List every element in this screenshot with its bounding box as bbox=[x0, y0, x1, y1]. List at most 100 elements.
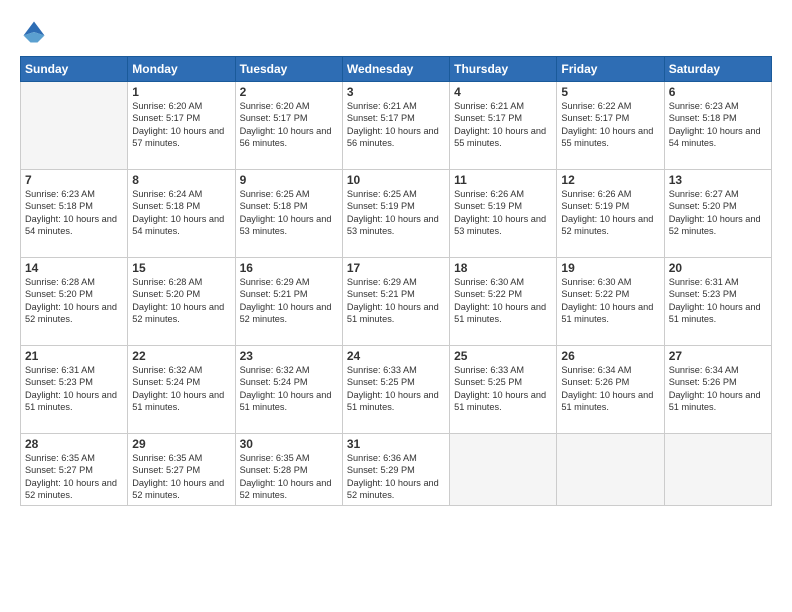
week-row-1: 1 Sunrise: 6:20 AM Sunset: 5:17 PM Daylig… bbox=[21, 82, 772, 170]
day-info: Sunrise: 6:32 AM Sunset: 5:24 PM Dayligh… bbox=[132, 364, 230, 414]
day-info: Sunrise: 6:31 AM Sunset: 5:23 PM Dayligh… bbox=[669, 276, 767, 326]
day-number: 20 bbox=[669, 261, 767, 275]
day-cell: 7Sunrise: 6:23 AM Sunset: 5:18 PM Daylig… bbox=[21, 170, 128, 258]
day-number: 2 bbox=[240, 85, 338, 99]
day-info: Sunrise: 6:33 AM Sunset: 5:25 PM Dayligh… bbox=[347, 364, 445, 414]
day-cell: 11Sunrise: 6:26 AM Sunset: 5:19 PM Dayli… bbox=[450, 170, 557, 258]
day-info: Sunrise: 6:35 AM Sunset: 5:27 PM Dayligh… bbox=[25, 452, 123, 502]
day-cell: 2Sunrise: 6:20 AM Sunset: 5:17 PM Daylig… bbox=[235, 82, 342, 170]
day-number: 25 bbox=[454, 349, 552, 363]
day-cell: 13Sunrise: 6:27 AM Sunset: 5:20 PM Dayli… bbox=[664, 170, 771, 258]
day-info: Sunrise: 6:26 AM Sunset: 5:19 PM Dayligh… bbox=[454, 188, 552, 238]
day-cell: 18Sunrise: 6:30 AM Sunset: 5:22 PM Dayli… bbox=[450, 258, 557, 346]
day-cell bbox=[557, 434, 664, 506]
day-number: 14 bbox=[25, 261, 123, 275]
day-cell: 10Sunrise: 6:25 AM Sunset: 5:19 PM Dayli… bbox=[342, 170, 449, 258]
weekday-header-row: SundayMondayTuesdayWednesdayThursdayFrid… bbox=[21, 57, 772, 82]
header bbox=[20, 18, 772, 46]
day-cell: 25Sunrise: 6:33 AM Sunset: 5:25 PM Dayli… bbox=[450, 346, 557, 434]
day-number: 12 bbox=[561, 173, 659, 187]
day-cell: 30Sunrise: 6:35 AM Sunset: 5:28 PM Dayli… bbox=[235, 434, 342, 506]
day-info: Sunrise: 6:35 AM Sunset: 5:27 PM Dayligh… bbox=[132, 452, 230, 502]
day-cell: 27Sunrise: 6:34 AM Sunset: 5:26 PM Dayli… bbox=[664, 346, 771, 434]
day-cell: 24Sunrise: 6:33 AM Sunset: 5:25 PM Dayli… bbox=[342, 346, 449, 434]
day-number: 1 bbox=[132, 85, 230, 99]
day-number: 30 bbox=[240, 437, 338, 451]
day-info: Sunrise: 6:33 AM Sunset: 5:25 PM Dayligh… bbox=[454, 364, 552, 414]
day-number: 11 bbox=[454, 173, 552, 187]
day-info: Sunrise: 6:23 AM Sunset: 5:18 PM Dayligh… bbox=[669, 100, 767, 150]
weekday-header-tuesday: Tuesday bbox=[235, 57, 342, 82]
day-cell: 22Sunrise: 6:32 AM Sunset: 5:24 PM Dayli… bbox=[128, 346, 235, 434]
day-cell: 29Sunrise: 6:35 AM Sunset: 5:27 PM Dayli… bbox=[128, 434, 235, 506]
day-number: 31 bbox=[347, 437, 445, 451]
day-cell: 31Sunrise: 6:36 AM Sunset: 5:29 PM Dayli… bbox=[342, 434, 449, 506]
day-number: 7 bbox=[25, 173, 123, 187]
day-cell bbox=[450, 434, 557, 506]
day-cell: 4Sunrise: 6:21 AM Sunset: 5:17 PM Daylig… bbox=[450, 82, 557, 170]
week-row-5: 28Sunrise: 6:35 AM Sunset: 5:27 PM Dayli… bbox=[21, 434, 772, 506]
day-number: 19 bbox=[561, 261, 659, 275]
day-info: Sunrise: 6:27 AM Sunset: 5:20 PM Dayligh… bbox=[669, 188, 767, 238]
weekday-header-monday: Monday bbox=[128, 57, 235, 82]
day-info: Sunrise: 6:23 AM Sunset: 5:18 PM Dayligh… bbox=[25, 188, 123, 238]
week-row-2: 7Sunrise: 6:23 AM Sunset: 5:18 PM Daylig… bbox=[21, 170, 772, 258]
day-number: 6 bbox=[669, 85, 767, 99]
day-cell: 20Sunrise: 6:31 AM Sunset: 5:23 PM Dayli… bbox=[664, 258, 771, 346]
day-number: 24 bbox=[347, 349, 445, 363]
day-info: Sunrise: 6:30 AM Sunset: 5:22 PM Dayligh… bbox=[454, 276, 552, 326]
day-cell: 1Sunrise: 6:20 AM Sunset: 5:17 PM Daylig… bbox=[128, 82, 235, 170]
weekday-header-saturday: Saturday bbox=[664, 57, 771, 82]
day-info: Sunrise: 6:21 AM Sunset: 5:17 PM Dayligh… bbox=[454, 100, 552, 150]
logo bbox=[20, 18, 52, 46]
day-info: Sunrise: 6:32 AM Sunset: 5:24 PM Dayligh… bbox=[240, 364, 338, 414]
day-number: 17 bbox=[347, 261, 445, 275]
day-number: 26 bbox=[561, 349, 659, 363]
week-row-4: 21Sunrise: 6:31 AM Sunset: 5:23 PM Dayli… bbox=[21, 346, 772, 434]
day-info: Sunrise: 6:22 AM Sunset: 5:17 PM Dayligh… bbox=[561, 100, 659, 150]
weekday-header-thursday: Thursday bbox=[450, 57, 557, 82]
day-cell: 23Sunrise: 6:32 AM Sunset: 5:24 PM Dayli… bbox=[235, 346, 342, 434]
calendar: SundayMondayTuesdayWednesdayThursdayFrid… bbox=[20, 56, 772, 506]
day-cell: 3Sunrise: 6:21 AM Sunset: 5:17 PM Daylig… bbox=[342, 82, 449, 170]
day-number: 22 bbox=[132, 349, 230, 363]
day-number: 27 bbox=[669, 349, 767, 363]
day-number: 29 bbox=[132, 437, 230, 451]
day-number: 8 bbox=[132, 173, 230, 187]
day-cell: 17Sunrise: 6:29 AM Sunset: 5:21 PM Dayli… bbox=[342, 258, 449, 346]
day-info: Sunrise: 6:25 AM Sunset: 5:19 PM Dayligh… bbox=[347, 188, 445, 238]
day-info: Sunrise: 6:25 AM Sunset: 5:18 PM Dayligh… bbox=[240, 188, 338, 238]
day-info: Sunrise: 6:36 AM Sunset: 5:29 PM Dayligh… bbox=[347, 452, 445, 502]
day-info: Sunrise: 6:24 AM Sunset: 5:18 PM Dayligh… bbox=[132, 188, 230, 238]
day-cell: 6Sunrise: 6:23 AM Sunset: 5:18 PM Daylig… bbox=[664, 82, 771, 170]
day-number: 15 bbox=[132, 261, 230, 275]
day-cell: 9Sunrise: 6:25 AM Sunset: 5:18 PM Daylig… bbox=[235, 170, 342, 258]
day-number: 10 bbox=[347, 173, 445, 187]
day-info: Sunrise: 6:20 AM Sunset: 5:17 PM Dayligh… bbox=[240, 100, 338, 150]
day-cell: 8Sunrise: 6:24 AM Sunset: 5:18 PM Daylig… bbox=[128, 170, 235, 258]
day-number: 5 bbox=[561, 85, 659, 99]
day-info: Sunrise: 6:34 AM Sunset: 5:26 PM Dayligh… bbox=[561, 364, 659, 414]
day-number: 23 bbox=[240, 349, 338, 363]
day-cell: 15Sunrise: 6:28 AM Sunset: 5:20 PM Dayli… bbox=[128, 258, 235, 346]
page: SundayMondayTuesdayWednesdayThursdayFrid… bbox=[0, 0, 792, 612]
day-number: 21 bbox=[25, 349, 123, 363]
day-cell bbox=[664, 434, 771, 506]
day-cell: 28Sunrise: 6:35 AM Sunset: 5:27 PM Dayli… bbox=[21, 434, 128, 506]
day-number: 28 bbox=[25, 437, 123, 451]
weekday-header-sunday: Sunday bbox=[21, 57, 128, 82]
day-number: 9 bbox=[240, 173, 338, 187]
weekday-header-friday: Friday bbox=[557, 57, 664, 82]
day-info: Sunrise: 6:34 AM Sunset: 5:26 PM Dayligh… bbox=[669, 364, 767, 414]
day-cell bbox=[21, 82, 128, 170]
logo-icon bbox=[20, 18, 48, 46]
week-row-3: 14Sunrise: 6:28 AM Sunset: 5:20 PM Dayli… bbox=[21, 258, 772, 346]
day-cell: 12Sunrise: 6:26 AM Sunset: 5:19 PM Dayli… bbox=[557, 170, 664, 258]
day-number: 4 bbox=[454, 85, 552, 99]
day-info: Sunrise: 6:21 AM Sunset: 5:17 PM Dayligh… bbox=[347, 100, 445, 150]
day-cell: 26Sunrise: 6:34 AM Sunset: 5:26 PM Dayli… bbox=[557, 346, 664, 434]
day-info: Sunrise: 6:35 AM Sunset: 5:28 PM Dayligh… bbox=[240, 452, 338, 502]
day-number: 18 bbox=[454, 261, 552, 275]
day-number: 13 bbox=[669, 173, 767, 187]
day-cell: 21Sunrise: 6:31 AM Sunset: 5:23 PM Dayli… bbox=[21, 346, 128, 434]
